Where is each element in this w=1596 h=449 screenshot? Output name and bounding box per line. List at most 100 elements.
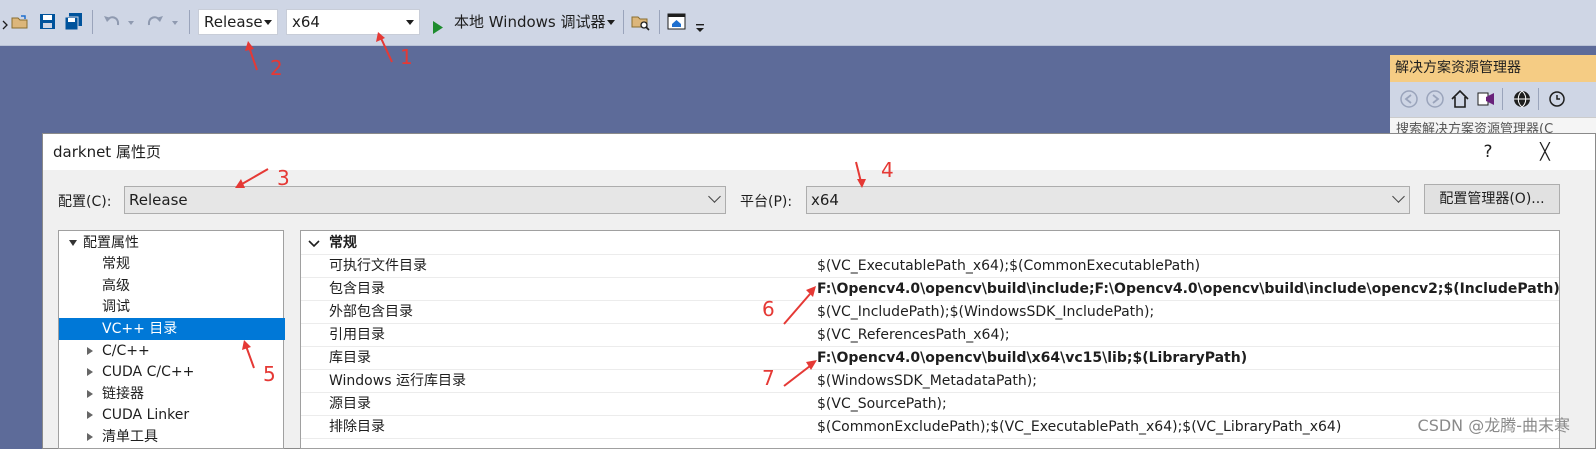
undo-dropdown-icon[interactable] (126, 12, 136, 32)
annotation-label: 2 (270, 56, 283, 80)
annotation-label: 5 (263, 362, 276, 386)
tree-node-label: VC++ 目录 (102, 321, 178, 337)
property-value[interactable]: $(CommonExcludePath);$(VC_ExecutablePath… (817, 416, 1341, 438)
annotation-label: 4 (881, 158, 894, 182)
annotation-label: 7 (762, 366, 775, 390)
toolbar-separator (92, 10, 93, 34)
collapsed-triangle-icon[interactable] (87, 347, 93, 355)
annotation-label: 1 (400, 45, 413, 69)
property-value[interactable]: F:\Opencv4.0\opencv\build\x64\vc15\lib;$… (817, 347, 1247, 369)
annotation-arrow (780, 354, 820, 394)
undo-icon[interactable] (102, 12, 122, 32)
platform-label: 平台(P): (740, 194, 793, 210)
property-name: 源目录 (329, 396, 371, 412)
property-row[interactable]: Windows 运行库目录 $(WindowsSDK_MetadataPath)… (301, 370, 1559, 393)
solution-configuration-value: Release (204, 13, 263, 31)
collapsed-triangle-icon[interactable] (87, 390, 93, 398)
tree-node-label: 配置属性 (83, 235, 139, 251)
property-name: 库目录 (329, 350, 371, 366)
configuration-dropdown[interactable]: Release (124, 186, 726, 214)
tree-node-configuration-properties[interactable]: 配置属性 (59, 232, 283, 254)
customize-dropdown-icon[interactable] (694, 12, 706, 32)
overflow-chevron-icon[interactable] (2, 12, 10, 32)
grid-section-header[interactable]: 常规 (301, 231, 1559, 255)
tree-node-label: 调试 (102, 299, 130, 315)
redo-icon[interactable] (145, 12, 165, 32)
property-row[interactable]: 引用目录 $(VC_ReferencesPath_x64); (301, 324, 1559, 347)
solution-configuration-dropdown[interactable]: Release (198, 9, 278, 35)
property-name: 可执行文件目录 (329, 258, 427, 274)
toolbar-separator (189, 10, 190, 34)
tree-node-cuda-linker[interactable]: CUDA Linker (59, 404, 283, 426)
chevron-down-icon[interactable] (607, 20, 615, 25)
play-icon (432, 16, 444, 42)
pending-changes-clock-icon[interactable] (1546, 89, 1566, 113)
csdn-watermark: CSDN @龙腾-曲末寒 (1417, 416, 1570, 435)
redo-dropdown-icon[interactable] (170, 12, 180, 32)
solution-explorer-toolbar (1390, 82, 1596, 117)
help-button[interactable]: ? (1468, 134, 1508, 170)
solution-explorer-title: 解决方案资源管理器 (1390, 55, 1596, 82)
tree-node-advanced[interactable]: 高级 (59, 275, 283, 297)
tree-node-label: 常规 (102, 256, 130, 272)
annotation-label: 3 (277, 166, 290, 190)
home-icon[interactable] (1450, 89, 1470, 113)
collapsed-triangle-icon[interactable] (87, 411, 93, 419)
annotation-label: 6 (762, 297, 775, 321)
configuration-label: 配置(C): (58, 194, 112, 210)
annotation-arrow (850, 160, 870, 194)
tree-node-linker[interactable]: 链接器 (59, 383, 283, 405)
tree-node-vc-directories[interactable]: VC++ 目录 (59, 318, 285, 340)
open-folder-icon[interactable] (10, 12, 30, 32)
property-value[interactable]: F:\Opencv4.0\opencv\build\include;F:\Ope… (817, 278, 1559, 300)
back-icon[interactable] (1400, 90, 1418, 112)
property-name: 排除目录 (329, 419, 385, 435)
toolbar-separator (1502, 88, 1503, 110)
collapsed-triangle-icon[interactable] (87, 433, 93, 441)
annotation-arrow (370, 30, 400, 70)
tree-node-general[interactable]: 常规 (59, 253, 283, 275)
close-button[interactable]: ╳ (1525, 134, 1565, 170)
property-value[interactable]: $(VC_SourcePath); (817, 393, 947, 415)
property-name: 外部包含目录 (329, 304, 413, 320)
find-in-files-icon[interactable] (631, 12, 651, 32)
switch-views-icon[interactable] (1476, 89, 1496, 113)
property-row[interactable]: 库目录 F:\Opencv4.0\opencv\build\x64\vc15\l… (301, 347, 1559, 370)
property-value[interactable]: $(VC_IncludePath);$(WindowsSDK_IncludePa… (817, 301, 1154, 323)
property-value[interactable]: $(VC_ExecutablePath_x64);$(CommonExecuta… (817, 255, 1200, 277)
property-row[interactable]: 外部包含目录 $(VC_IncludePath);$(WindowsSDK_In… (301, 301, 1559, 324)
annotation-arrow (238, 338, 262, 376)
forward-icon[interactable] (1426, 90, 1444, 112)
tree-node-label: CUDA Linker (102, 407, 190, 423)
property-row[interactable]: 包含目录 F:\Opencv4.0\opencv\build\include;F… (301, 278, 1559, 301)
toolbar-separator (623, 10, 624, 34)
configuration-value: Release (129, 191, 188, 209)
property-name: 包含目录 (329, 281, 385, 297)
save-icon[interactable] (38, 12, 58, 32)
browser-home-icon[interactable] (667, 12, 687, 32)
annotation-arrow (232, 166, 272, 194)
save-all-icon[interactable] (64, 12, 84, 32)
annotation-arrow (780, 282, 820, 332)
start-debugging-label: 本地 Windows 调试器 (454, 13, 606, 31)
platform-dropdown[interactable]: x64 (806, 186, 1410, 214)
tree-node-label: C/C++ (102, 343, 150, 359)
configuration-manager-button[interactable]: 配置管理器(O)... (1424, 184, 1560, 214)
tree-node-debugging[interactable]: 调试 (59, 296, 283, 318)
globe-icon[interactable] (1512, 89, 1532, 113)
chevron-down-icon (708, 190, 721, 203)
dialog-titlebar: darknet 属性页 (43, 134, 1595, 170)
property-grid: 常规 可执行文件目录 $(VC_ExecutablePath_x64);$(Co… (300, 230, 1560, 449)
property-value[interactable]: $(VC_ReferencesPath_x64); (817, 324, 1010, 346)
toolbar-separator (1538, 88, 1539, 110)
collapsed-triangle-icon[interactable] (87, 368, 93, 376)
chevron-down-icon (264, 20, 272, 25)
property-name: 引用目录 (329, 327, 385, 343)
property-row[interactable]: 排除目录 $(CommonExcludePath);$(VC_Executabl… (301, 416, 1559, 439)
solution-platform-value: x64 (292, 13, 320, 31)
property-row[interactable]: 源目录 $(VC_SourcePath); (301, 393, 1559, 416)
property-value[interactable]: $(WindowsSDK_MetadataPath); (817, 370, 1037, 392)
platform-value: x64 (811, 191, 839, 209)
property-row[interactable]: 可执行文件目录 $(VC_ExecutablePath_x64);$(Commo… (301, 255, 1559, 278)
tree-node-manifest-tool[interactable]: 清单工具 (59, 426, 283, 448)
